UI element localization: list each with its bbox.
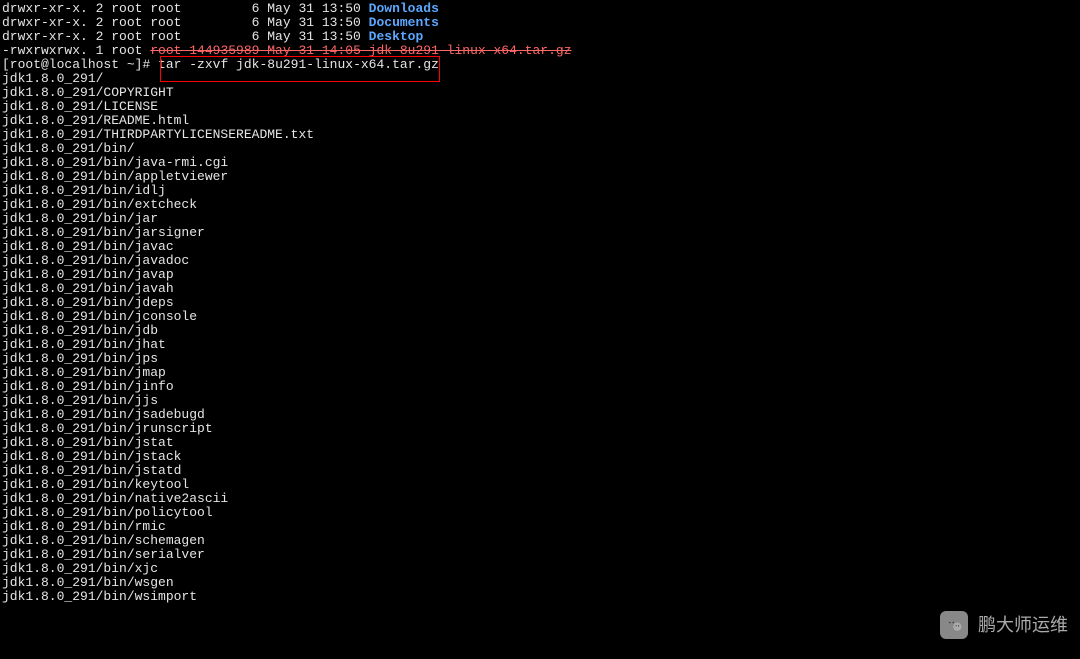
tar-output-line: jdk1.8.0_291/COPYRIGHT	[2, 86, 1078, 100]
tarball-file: root 144935989 May 31 14:05 jdk-8u291-li…	[150, 43, 571, 58]
tar-output-line: jdk1.8.0_291/bin/keytool	[2, 478, 1078, 492]
tar-output-line: jdk1.8.0_291/bin/javadoc	[2, 254, 1078, 268]
tar-output-line: jdk1.8.0_291/bin/rmic	[2, 520, 1078, 534]
directory-name: Desktop	[369, 29, 424, 44]
tar-output-line: jdk1.8.0_291/LICENSE	[2, 100, 1078, 114]
ls-entry: drwxr-xr-x. 2 root root 6 May 31 13:50 D…	[2, 16, 1078, 30]
tar-output-line: jdk1.8.0_291/bin/extcheck	[2, 198, 1078, 212]
tar-output-line: jdk1.8.0_291/bin/jdb	[2, 324, 1078, 338]
tar-output-line: jdk1.8.0_291/bin/jstat	[2, 436, 1078, 450]
tar-output-line: jdk1.8.0_291/bin/jrunscript	[2, 422, 1078, 436]
tar-output-line: jdk1.8.0_291/bin/javac	[2, 240, 1078, 254]
shell-prompt-line[interactable]: [root@localhost ~]# tar -zxvf jdk-8u291-…	[2, 58, 1078, 72]
tar-output-line: jdk1.8.0_291/bin/javap	[2, 268, 1078, 282]
tar-output-line: jdk1.8.0_291/bin/native2ascii	[2, 492, 1078, 506]
tar-output-line: jdk1.8.0_291/bin/xjc	[2, 562, 1078, 576]
shell-prompt: [root@localhost ~]	[2, 57, 142, 72]
tar-output-line: jdk1.8.0_291/bin/javah	[2, 282, 1078, 296]
tar-output-line: jdk1.8.0_291/bin/jjs	[2, 394, 1078, 408]
tar-output-line: jdk1.8.0_291/bin/jps	[2, 352, 1078, 366]
tar-output-line: jdk1.8.0_291/THIRDPARTYLICENSEREADME.txt	[2, 128, 1078, 142]
watermark: 鹏大师运维	[940, 611, 1068, 639]
tar-output-line: jdk1.8.0_291/README.html	[2, 114, 1078, 128]
tar-output-line: jdk1.8.0_291/bin/java-rmi.cgi	[2, 156, 1078, 170]
tar-output-line: jdk1.8.0_291/bin/jdeps	[2, 296, 1078, 310]
tar-output-line: jdk1.8.0_291/bin/schemagen	[2, 534, 1078, 548]
watermark-text: 鹏大师运维	[978, 618, 1068, 632]
wechat-icon	[940, 611, 968, 639]
tar-output-line: jdk1.8.0_291/bin/jstack	[2, 450, 1078, 464]
tar-output-line: jdk1.8.0_291/bin/jstatd	[2, 464, 1078, 478]
tar-output-line: jdk1.8.0_291/bin/jmap	[2, 366, 1078, 380]
ls-entry: -rwxrwxrwx. 1 root root 144935989 May 31…	[2, 44, 1078, 58]
tar-output-line: jdk1.8.0_291/bin/wsgen	[2, 576, 1078, 590]
tar-output-line: jdk1.8.0_291/bin/	[2, 142, 1078, 156]
directory-name: Downloads	[369, 1, 439, 16]
tar-output-line: jdk1.8.0_291/bin/policytool	[2, 506, 1078, 520]
tar-output-line: jdk1.8.0_291/bin/serialver	[2, 548, 1078, 562]
command-text: tar -zxvf jdk-8u291-linux-x64.tar.gz	[158, 57, 439, 72]
terminal-window[interactable]: drwxr-xr-x. 2 root root 6 May 31 13:50 D…	[2, 2, 1078, 604]
tar-output-line: jdk1.8.0_291/bin/jconsole	[2, 310, 1078, 324]
ls-entry: drwxr-xr-x. 2 root root 6 May 31 13:50 D…	[2, 30, 1078, 44]
tar-output-line: jdk1.8.0_291/bin/wsimport	[2, 590, 1078, 604]
tar-output-line: jdk1.8.0_291/bin/jhat	[2, 338, 1078, 352]
tar-output-line: jdk1.8.0_291/	[2, 72, 1078, 86]
tar-output-line: jdk1.8.0_291/bin/jarsigner	[2, 226, 1078, 240]
tar-output-line: jdk1.8.0_291/bin/jinfo	[2, 380, 1078, 394]
tar-output-line: jdk1.8.0_291/bin/idlj	[2, 184, 1078, 198]
directory-name: Documents	[369, 15, 439, 30]
tar-output-line: jdk1.8.0_291/bin/appletviewer	[2, 170, 1078, 184]
tar-output-line: jdk1.8.0_291/bin/jsadebugd	[2, 408, 1078, 422]
ls-entry: drwxr-xr-x. 2 root root 6 May 31 13:50 D…	[2, 2, 1078, 16]
tar-output-line: jdk1.8.0_291/bin/jar	[2, 212, 1078, 226]
